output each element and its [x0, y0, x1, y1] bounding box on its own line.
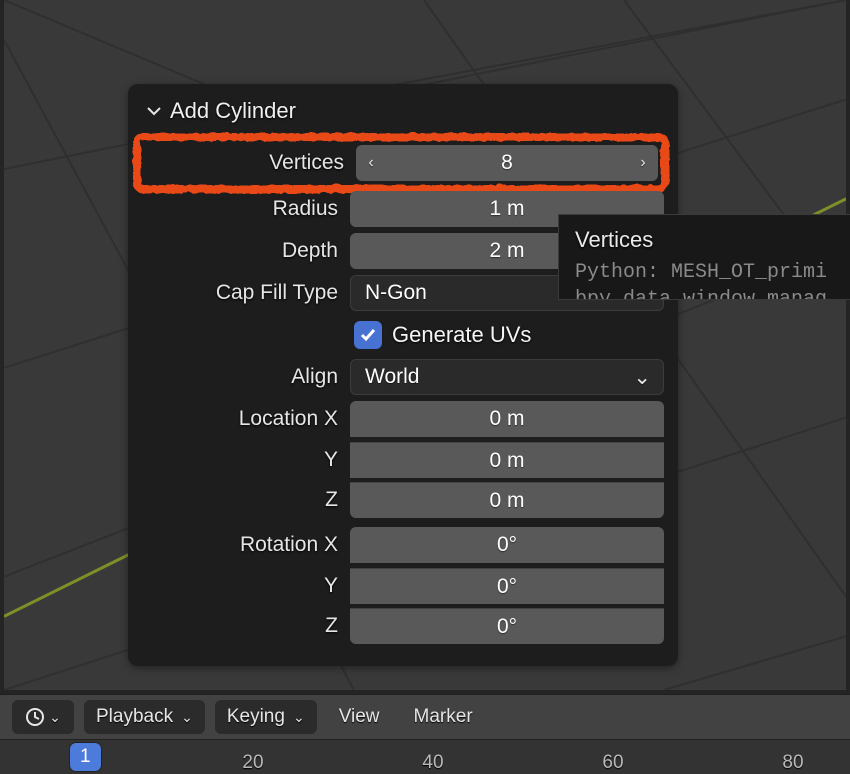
location-group: Location X 0 m Y 0 m Z 0 m: [142, 398, 664, 520]
editor-type-dropdown[interactable]: ⌄: [12, 700, 74, 734]
radius-label: Radius: [142, 197, 342, 221]
tooltip-title: Vertices: [575, 227, 842, 253]
panel-title: Add Cylinder: [170, 98, 296, 124]
keying-menu[interactable]: Keying ⌄: [215, 700, 317, 734]
vertices-label: Vertices: [148, 151, 348, 175]
rotation-x-label: Rotation X: [142, 533, 342, 557]
cap-fill-label: Cap Fill Type: [142, 281, 342, 305]
location-y-field[interactable]: 0 m: [350, 442, 664, 478]
chevron-left-icon[interactable]: ‹: [356, 145, 386, 181]
location-y-label: Y: [142, 448, 342, 472]
generate-uvs-label: Generate UVs: [392, 322, 531, 348]
align-label: Align: [142, 365, 342, 389]
clock-icon: [25, 707, 45, 727]
location-x-field[interactable]: 0 m: [350, 401, 664, 437]
operator-panel: Add Cylinder Vertices ‹ 8 › Radius 1 m D…: [128, 84, 678, 666]
timeline-tick: 20: [233, 752, 273, 774]
check-icon: [359, 326, 377, 344]
timeline-tick: 80: [773, 752, 813, 774]
chevron-down-icon: [146, 103, 162, 119]
tooltip: Vertices Python: MESH_OT_primi bpy.data.…: [558, 214, 850, 300]
align-dropdown[interactable]: World ⌄: [350, 359, 664, 395]
chevron-right-icon[interactable]: ›: [628, 145, 658, 181]
rotation-z-field[interactable]: 0°: [350, 608, 664, 644]
timeline-toolbar: ⌄ Playback ⌄ Keying ⌄ View Marker: [0, 694, 850, 740]
timeline-editor: ⌄ Playback ⌄ Keying ⌄ View Marker 1 20 4…: [0, 694, 850, 774]
rotation-group: Rotation X 0° Y 0° Z 0°: [142, 524, 664, 646]
panel-header[interactable]: Add Cylinder: [142, 98, 664, 124]
rotation-y-field[interactable]: 0°: [350, 568, 664, 604]
rotation-x-field[interactable]: 0°: [350, 527, 664, 563]
timeline-tick: 40: [413, 752, 453, 774]
rotation-y-label: Y: [142, 574, 342, 598]
location-x-label: Location X: [142, 407, 342, 431]
timeline-ruler[interactable]: 1 20 40 60 80: [0, 740, 850, 774]
chevron-down-icon: ⌄: [633, 365, 651, 390]
vertices-value: 8: [501, 151, 513, 175]
generate-uvs-checkbox[interactable]: [354, 321, 382, 349]
location-z-field[interactable]: 0 m: [350, 482, 664, 518]
chevron-down-icon: ⌄: [181, 709, 193, 726]
marker-menu[interactable]: Marker: [402, 706, 485, 728]
playback-menu[interactable]: Playback ⌄: [84, 700, 205, 734]
view-menu[interactable]: View: [327, 706, 392, 728]
depth-label: Depth: [142, 239, 342, 263]
timeline-tick: 60: [593, 752, 633, 774]
location-z-label: Z: [142, 488, 342, 512]
vertices-field[interactable]: ‹ 8 ›: [356, 145, 658, 181]
tooltip-body: Python: MESH_OT_primi bpy.data.window_ma…: [575, 259, 842, 300]
chevron-down-icon: ⌄: [293, 709, 305, 726]
current-frame-badge[interactable]: 1: [70, 743, 101, 771]
rotation-z-label: Z: [142, 614, 342, 638]
chevron-down-icon: ⌄: [49, 709, 61, 726]
